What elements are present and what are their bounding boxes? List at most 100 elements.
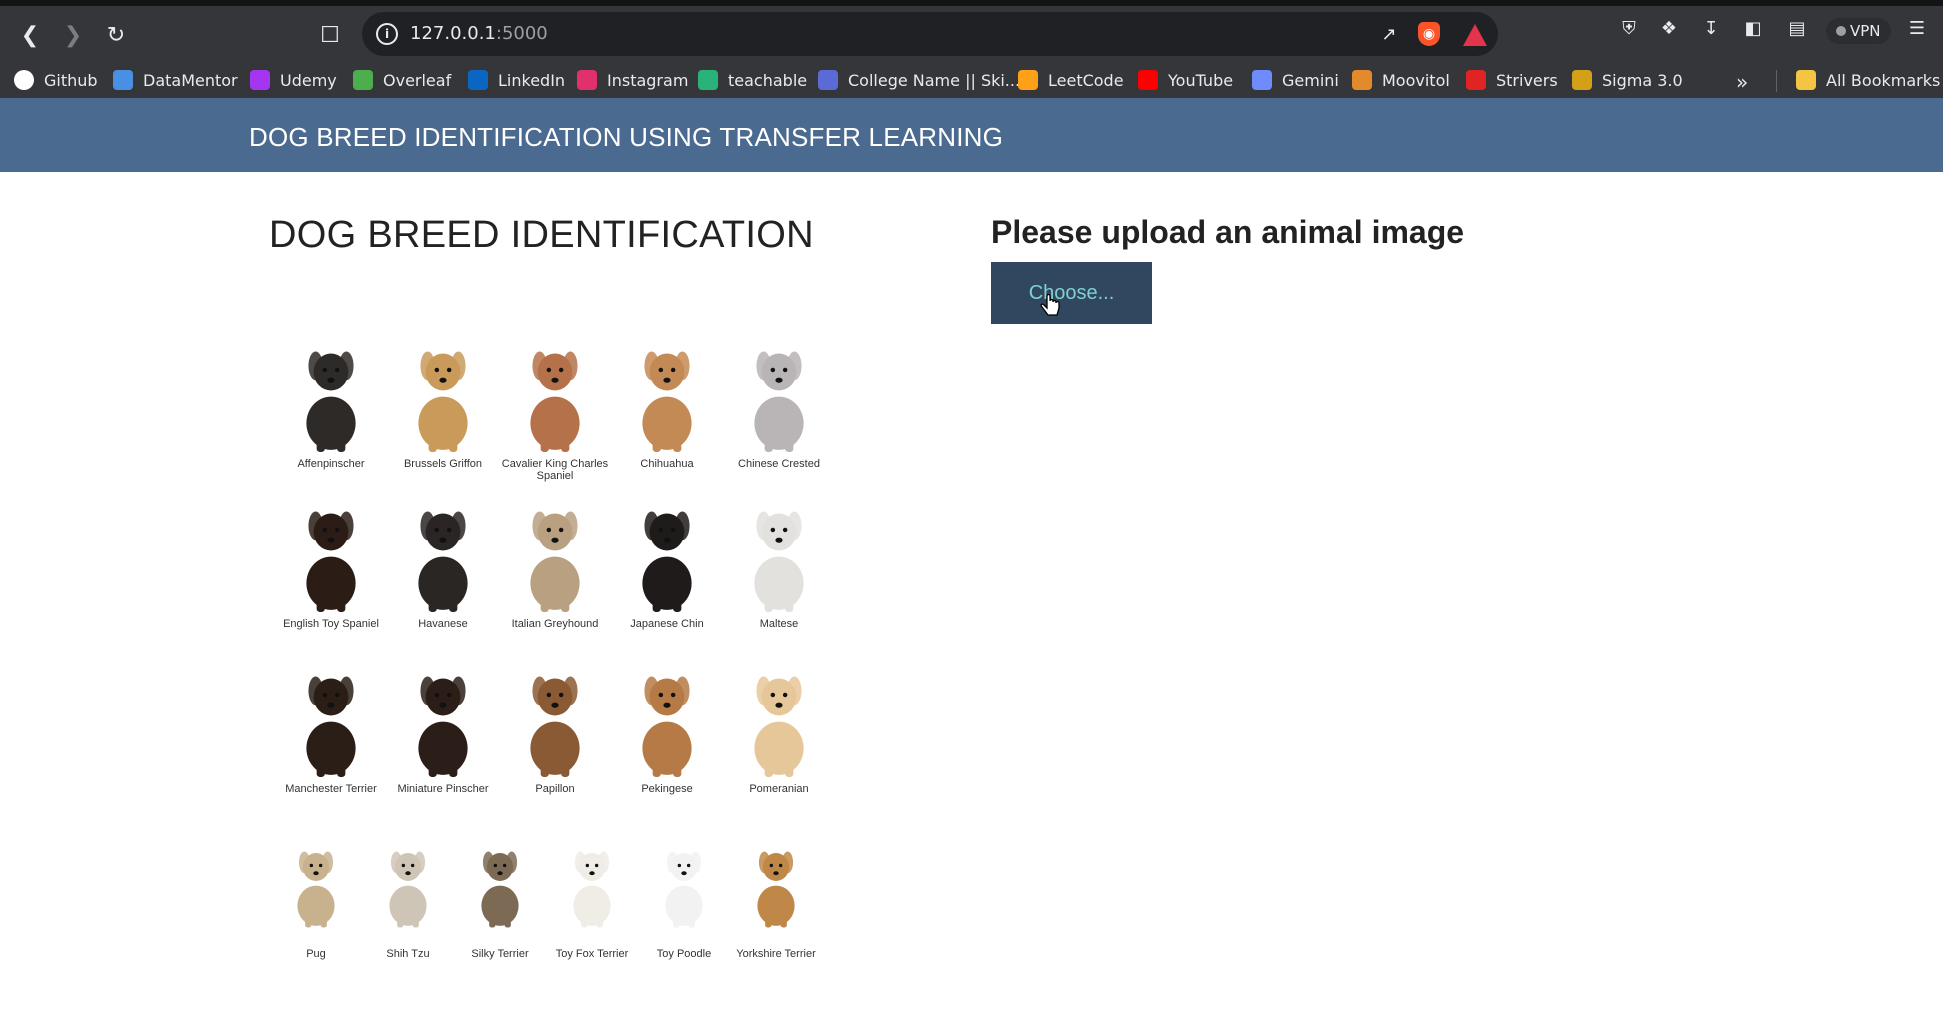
- dog-breed-item: Silky Terrier: [454, 820, 546, 960]
- reload-icon[interactable]: ↻: [100, 20, 132, 52]
- extensions-icon[interactable]: ❖: [1656, 16, 1682, 42]
- bookmark-label: YouTube: [1168, 70, 1234, 90]
- more-bookmarks-icon[interactable]: »: [1736, 70, 1748, 94]
- bookmark-item[interactable]: YouTube: [1138, 68, 1233, 92]
- dog-breed-label: Chinese Crested: [738, 458, 820, 470]
- bookmark-item[interactable]: Moovitol: [1352, 68, 1450, 92]
- dog-photo: [402, 490, 484, 615]
- site-info-icon[interactable]: i: [376, 23, 398, 45]
- back-icon[interactable]: ❮: [14, 20, 46, 52]
- dog-breed-item: Affenpinscher: [275, 330, 387, 470]
- instagram-icon: [577, 70, 597, 90]
- strivers-icon: [1466, 70, 1486, 90]
- page-title: DOG BREED IDENTIFICATION: [269, 214, 814, 256]
- dog-photo: [290, 655, 372, 780]
- dog-breed-item: Pekingese: [611, 655, 723, 795]
- bookmark-item[interactable]: College Name || Ski...: [818, 68, 1020, 92]
- bookmark-label: Sigma 3.0: [1602, 70, 1683, 90]
- dog-breed-label: Yorkshire Terrier: [736, 948, 816, 960]
- dog-breed-item: Brussels Griffon: [387, 330, 499, 470]
- dog-breed-label: Silky Terrier: [471, 948, 529, 960]
- github-icon: [14, 70, 34, 90]
- dog-breed-item: Pomeranian: [723, 655, 835, 795]
- url-text[interactable]: 127.0.0.1:5000: [410, 23, 548, 44]
- dog-breed-label: Pug: [306, 948, 326, 960]
- bookmark-item[interactable]: DataMentor: [113, 68, 238, 92]
- dog-breed-label: Pekingese: [641, 783, 693, 795]
- dog-breed-label: Shih Tzu: [386, 948, 430, 960]
- bookmarks-divider: [1776, 70, 1777, 92]
- brave-rewards-icon[interactable]: [1462, 22, 1488, 48]
- dog-breeds-chart: Affenpinscher Brussels Griffon Cavalier Ki…: [270, 320, 850, 965]
- dog-photo: [290, 330, 372, 455]
- bookmark-item[interactable]: Gemini: [1252, 68, 1339, 92]
- dog-photo: [514, 655, 596, 780]
- college-icon: [818, 70, 838, 90]
- share-icon[interactable]: ↗: [1376, 22, 1402, 48]
- bookmark-label: College Name || Ski...: [848, 70, 1021, 90]
- hand-cursor-icon: [1040, 293, 1062, 324]
- dog-breed-label: Chihuahua: [640, 458, 694, 470]
- vpn-status-icon: [1836, 26, 1846, 36]
- download-icon[interactable]: ↧: [1698, 16, 1724, 42]
- dog-photo: [285, 820, 347, 945]
- bookmark-item[interactable]: Github: [14, 68, 98, 92]
- app-navbar: DOG BREED IDENTIFICATION USING TRANSFER …: [0, 98, 1943, 172]
- bookmark-item[interactable]: teachable: [698, 68, 807, 92]
- brave-shields-icon[interactable]: ◉: [1418, 22, 1444, 48]
- shield-extension-icon[interactable]: ⛨: [1616, 16, 1642, 42]
- dog-breed-item: Yorkshire Terrier: [730, 820, 822, 960]
- leetcode-icon: [1018, 70, 1038, 90]
- bookmark-icon[interactable]: ☐: [314, 20, 346, 52]
- dog-breed-label: Cavalier King Charles Spaniel: [501, 458, 609, 482]
- dog-breed-item: Japanese Chin: [611, 490, 723, 630]
- bookmark-item[interactable]: LeetCode: [1018, 68, 1124, 92]
- dog-breed-label: Pomeranian: [749, 783, 809, 795]
- moovitol-icon: [1352, 70, 1372, 90]
- dog-photo: [738, 490, 820, 615]
- choose-file-button[interactable]: Choose...: [991, 262, 1152, 324]
- dog-breed-label: Manchester Terrier: [285, 783, 377, 795]
- sigma-icon: [1572, 70, 1592, 90]
- dog-breed-item: Cavalier King Charles Spaniel: [499, 330, 611, 482]
- forward-icon[interactable]: ❯: [57, 20, 89, 52]
- overleaf-icon: [353, 70, 373, 90]
- dog-breed-label: Italian Greyhound: [511, 618, 599, 630]
- dog-breed-item: Maltese: [723, 490, 835, 630]
- bookmark-item[interactable]: Strivers: [1466, 68, 1558, 92]
- bookmark-label: Strivers: [1496, 70, 1558, 90]
- bookmark-item[interactable]: Instagram: [577, 68, 688, 92]
- vpn-label: VPN: [1850, 22, 1881, 40]
- address-bar[interactable]: i 127.0.0.1:5000 ↗ ◉: [362, 12, 1498, 56]
- dog-photo: [561, 820, 623, 945]
- wallet-icon[interactable]: ▤: [1784, 16, 1810, 42]
- dog-breed-item: Papillon: [499, 655, 611, 795]
- dog-breed-item: Italian Greyhound: [499, 490, 611, 630]
- dog-breed-label: Japanese Chin: [630, 618, 704, 630]
- browser-toolbar: ❮ ❯ ↻ ☐ i 127.0.0.1:5000 ↗ ◉ ⛨ ❖ ↧ ◧ ▤ V…: [0, 6, 1943, 98]
- dog-photo: [290, 490, 372, 615]
- dog-photo: [626, 655, 708, 780]
- dog-photo: [738, 330, 820, 455]
- sidebar-icon[interactable]: ◧: [1740, 16, 1766, 42]
- dog-breed-item: Manchester Terrier: [275, 655, 387, 795]
- all-bookmarks-label: All Bookmarks: [1826, 70, 1941, 90]
- vpn-button[interactable]: VPN: [1826, 18, 1891, 44]
- dog-photo: [626, 330, 708, 455]
- bookmark-item[interactable]: LinkedIn: [468, 68, 565, 92]
- bookmark-item[interactable]: Udemy: [250, 68, 337, 92]
- dog-breed-item: Chihuahua: [611, 330, 723, 470]
- linkedin-icon: [468, 70, 488, 90]
- menu-icon[interactable]: ☰: [1904, 16, 1930, 42]
- dog-photo: [738, 655, 820, 780]
- dog-breed-label: Toy Fox Terrier: [555, 948, 629, 960]
- bookmark-item[interactable]: Overleaf: [353, 68, 451, 92]
- all-bookmarks-folder[interactable]: All Bookmarks: [1796, 68, 1940, 92]
- bookmark-item[interactable]: Sigma 3.0: [1572, 68, 1683, 92]
- dog-breed-label: Havanese: [418, 618, 468, 630]
- dog-photo: [745, 820, 807, 945]
- bookmark-label: LinkedIn: [498, 70, 566, 90]
- bookmark-label: Overleaf: [383, 70, 452, 90]
- navbar-title[interactable]: DOG BREED IDENTIFICATION USING TRANSFER …: [249, 122, 1003, 153]
- youtube-icon: [1138, 70, 1158, 90]
